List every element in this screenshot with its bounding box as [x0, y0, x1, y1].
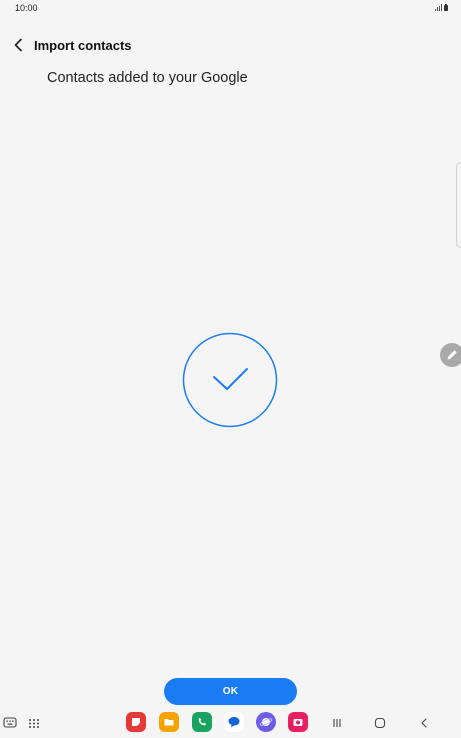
page-title: Import contacts — [34, 38, 132, 53]
folder-icon — [164, 719, 174, 726]
keyboard-button[interactable] — [0, 713, 20, 733]
ok-button[interactable]: OK — [164, 678, 297, 705]
app-drawer-icon — [29, 719, 39, 728]
notes-glyph-icon — [132, 718, 140, 726]
chevron-left-icon — [14, 38, 22, 52]
home-button[interactable] — [370, 713, 390, 733]
internet-app-icon[interactable] — [256, 712, 276, 732]
camera-app-icon[interactable] — [288, 712, 308, 732]
my-files-app-icon[interactable] — [159, 712, 179, 732]
status-bar: 10:00 — [0, 0, 461, 16]
phone-icon — [198, 718, 206, 726]
back-icon — [421, 718, 427, 728]
status-message: Contacts added to your Google — [47, 70, 248, 86]
recents-icon — [333, 719, 341, 727]
chat-bubble-icon — [228, 717, 240, 728]
phone-app-icon[interactable] — [192, 712, 212, 732]
back-button[interactable] — [8, 34, 30, 56]
messages-app-icon[interactable] — [224, 712, 244, 732]
status-icons — [435, 4, 448, 11]
keyboard-icon — [3, 717, 17, 728]
signal-icon — [435, 4, 442, 11]
edge-panel-handle[interactable] — [456, 162, 461, 248]
camera-icon — [293, 719, 303, 726]
status-time: 10:00 — [15, 3, 38, 13]
battery-icon — [444, 4, 448, 11]
planet-icon — [259, 718, 273, 726]
edit-button[interactable] — [440, 343, 461, 367]
navigation-bar — [0, 708, 461, 738]
nav-back-button[interactable] — [414, 713, 434, 733]
checkmark-circle-icon — [182, 332, 278, 428]
header: Import contacts — [0, 30, 461, 60]
notes-app-icon[interactable] — [126, 712, 146, 732]
app-drawer-button[interactable] — [24, 713, 44, 733]
home-icon — [374, 717, 386, 729]
recents-button[interactable] — [327, 713, 347, 733]
pencil-icon — [447, 350, 457, 360]
